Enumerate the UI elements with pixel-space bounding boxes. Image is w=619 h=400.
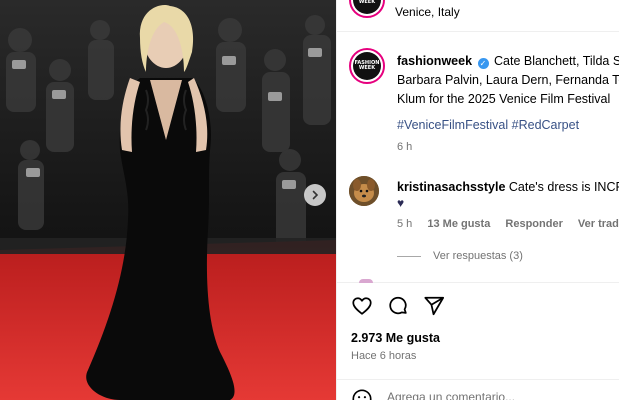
heart-outline-icon[interactable] xyxy=(351,295,373,317)
likes-count[interactable]: 2.973 Me gusta xyxy=(351,331,440,345)
caption-avatar[interactable]: FASHION WEEK xyxy=(349,48,385,84)
speech-bubble-icon[interactable] xyxy=(387,295,409,317)
header-avatar[interactable]: FASHION WEEK xyxy=(349,0,385,18)
red-carpet-photo xyxy=(0,0,336,400)
post-location[interactable]: Venice, Italy xyxy=(395,5,460,19)
see-translation-link[interactable]: Ver traducció xyxy=(578,218,619,230)
post-timestamp[interactable]: Hace 6 horas xyxy=(351,350,416,362)
paper-plane-icon[interactable] xyxy=(423,295,445,317)
smiley-icon[interactable] xyxy=(351,388,373,400)
comment-avatar[interactable] xyxy=(349,176,379,206)
post-side-panel: FASHION WEEK Venice, Italy FASHION WEEK … xyxy=(336,0,619,400)
add-comment-bar: Agrega un comentario... xyxy=(337,379,619,400)
reply-button[interactable]: Responder xyxy=(505,218,562,230)
hashtag-link[interactable]: #RedCarpet xyxy=(512,118,579,132)
fashionweek-logo: FASHION WEEK xyxy=(353,0,381,14)
view-replies-label: Ver respuestas (3) xyxy=(433,250,523,262)
caption-username[interactable]: fashionweek xyxy=(397,54,472,68)
caption-hashtags: #VeniceFilmFestival #RedCarpet xyxy=(397,118,579,132)
caption-line3: Klum for the 2025 Venice Film Festival xyxy=(397,92,611,106)
comment-body: Cate's dress is INCRED xyxy=(508,180,619,194)
caption-time: 6 h xyxy=(397,141,413,153)
chevron-right-icon xyxy=(312,190,319,200)
comment-input[interactable]: Agrega un comentario... xyxy=(387,390,515,400)
comment-username[interactable]: kristinasachsstyle xyxy=(397,180,505,194)
heart-emoji-icon: ♥ xyxy=(397,196,405,210)
fashionweek-logo: FASHION WEEK xyxy=(353,52,381,80)
verified-badge-icon: ✓ xyxy=(477,58,489,69)
view-replies-button[interactable]: Ver respuestas (3) xyxy=(397,250,523,262)
next-comment-avatar xyxy=(359,279,373,283)
caption-line1: Cate Blanchett, Tilda Swi xyxy=(494,54,619,68)
action-icons xyxy=(351,295,445,317)
post-actions: 2.973 Me gusta Hace 6 horas Agrega un co… xyxy=(337,282,619,400)
caption-line2: Barbara Palvin, Laura Dern, Fernanda Tor xyxy=(397,73,619,87)
post-header: FASHION WEEK Venice, Italy xyxy=(337,0,619,32)
comment-text: kristinasachsstyle Cate's dress is INCRE… xyxy=(397,178,619,196)
next-image-button[interactable] xyxy=(304,184,326,206)
replies-divider xyxy=(397,255,421,257)
hashtag-link[interactable]: #VeniceFilmFestival xyxy=(397,118,508,132)
dog-avatar-image xyxy=(349,176,379,206)
caption-text: fashionweek ✓ Cate Blanchett, Tilda Swi … xyxy=(397,52,619,109)
post-image[interactable] xyxy=(0,0,336,400)
comment-likes-count[interactable]: 13 Me gusta xyxy=(427,218,490,230)
comment-meta: 5 h 13 Me gusta Responder Ver traducció xyxy=(397,218,619,230)
comment-time: 5 h xyxy=(397,218,413,230)
